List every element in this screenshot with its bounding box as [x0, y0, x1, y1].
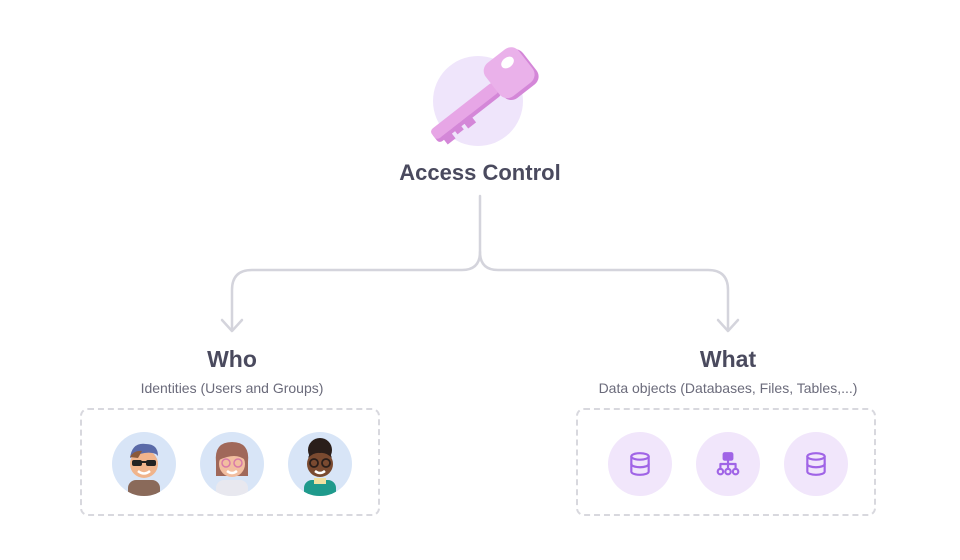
branch-title-who: Who	[207, 346, 257, 372]
avatar-sunglasses-icon	[128, 443, 160, 496]
data-object	[696, 432, 760, 496]
avatar	[112, 432, 176, 496]
data-object	[608, 432, 672, 496]
connector-right	[478, 250, 730, 332]
branch-subtitle-who: Identities (Users and Groups)	[140, 380, 324, 396]
branch-title-what: What	[699, 346, 757, 372]
database-icon	[806, 452, 826, 476]
avatar-woman-icon	[215, 442, 249, 496]
avatar-glasses-icon	[304, 438, 336, 496]
avatar	[200, 432, 264, 496]
branch-subtitle-what: Data objects (Databases, Files, Tables,.…	[598, 380, 858, 396]
connector-stem	[230, 194, 482, 332]
database-icon	[630, 452, 650, 476]
avatar	[288, 432, 352, 496]
data-object	[784, 432, 848, 496]
hierarchy-icon	[716, 452, 740, 476]
